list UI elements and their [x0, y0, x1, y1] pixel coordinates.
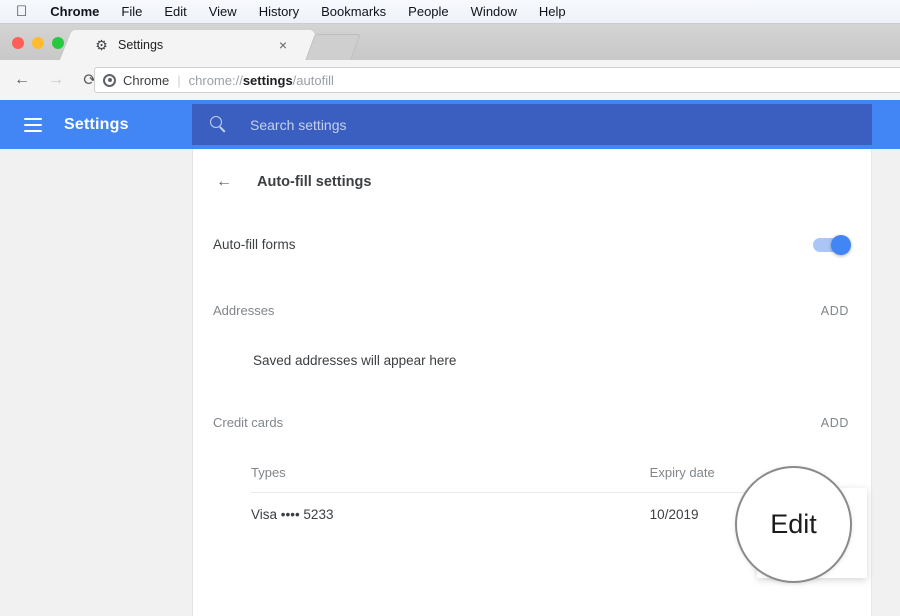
- tab-strip: ⚙ Settings ×: [0, 24, 900, 60]
- menu-item-history[interactable]: History: [248, 0, 310, 23]
- settings-title: Settings: [64, 115, 129, 133]
- omnibox-separator: |: [177, 72, 181, 88]
- url-prefix: chrome://: [188, 72, 243, 88]
- credit-cards-title: Credit cards: [213, 415, 284, 430]
- menu-item-window[interactable]: Window: [460, 0, 528, 23]
- addresses-section-header: Addresses ADD: [213, 303, 849, 318]
- url-bold-segment: settings: [242, 72, 293, 88]
- gear-icon: ⚙: [95, 37, 108, 53]
- edit-button[interactable]: Edit: [770, 509, 817, 540]
- menu-item-people[interactable]: People: [397, 0, 459, 23]
- menu-item-view[interactable]: View: [198, 0, 248, 23]
- tab-settings[interactable]: ⚙ Settings ×: [80, 30, 305, 60]
- url-suffix: /autofill: [292, 72, 334, 88]
- browser-toolbar: ← → ⟳ Chrome | chrome://settings/autofil…: [0, 60, 900, 100]
- mac-menu-bar:  Chrome File Edit View History Bookmark…: [0, 0, 900, 24]
- minimize-window-button[interactable]: [32, 37, 44, 49]
- forward-icon: →: [48, 71, 64, 88]
- new-tab-button[interactable]: [305, 34, 361, 60]
- site-label: Chrome: [123, 72, 170, 88]
- chrome-logo-icon: [103, 73, 116, 87]
- autofill-forms-label: Auto-fill forms: [213, 237, 296, 252]
- magnifier-lens: Edit: [735, 466, 852, 583]
- back-arrow-icon[interactable]: ←: [213, 171, 235, 193]
- subpage-header: ← Auto-fill settings: [213, 171, 371, 193]
- menu-item-edit[interactable]: Edit: [153, 0, 197, 23]
- search-placeholder: Search settings: [250, 116, 347, 133]
- back-icon[interactable]: ←: [8, 66, 36, 94]
- autofill-forms-toggle[interactable]: [813, 234, 851, 255]
- menu-item-help[interactable]: Help: [528, 0, 577, 23]
- close-tab-icon[interactable]: ×: [275, 37, 291, 53]
- addresses-empty-text: Saved addresses will appear here: [253, 353, 457, 368]
- window-controls: [12, 37, 64, 49]
- card-type-cell: Visa •••• 5233: [251, 507, 334, 522]
- toggle-knob: [831, 234, 851, 255]
- close-window-button[interactable]: [12, 37, 24, 49]
- column-header-types: Types: [251, 465, 286, 480]
- url-text: chrome://settings/autofill: [189, 73, 334, 88]
- search-icon: [210, 115, 228, 134]
- hamburger-icon[interactable]: [24, 117, 42, 132]
- search-settings-input[interactable]: Search settings: [192, 104, 872, 145]
- screen:  Chrome File Edit View History Bookmark…: [0, 0, 900, 616]
- add-credit-card-button[interactable]: ADD: [821, 416, 849, 430]
- menu-item-bookmarks[interactable]: Bookmarks: [310, 0, 397, 23]
- tab-title: Settings: [118, 38, 164, 52]
- autofill-forms-row: Auto-fill forms: [213, 234, 851, 255]
- menu-item-chrome[interactable]: Chrome: [39, 0, 110, 23]
- apple-icon[interactable]: : [12, 2, 39, 22]
- address-bar[interactable]: Chrome | chrome://settings/autofill: [94, 67, 900, 93]
- maximize-window-button[interactable]: [52, 37, 64, 49]
- addresses-title: Addresses: [213, 303, 275, 318]
- credit-cards-section-header: Credit cards ADD: [213, 415, 849, 430]
- add-address-button[interactable]: ADD: [821, 304, 849, 318]
- page-title: Auto-fill settings: [257, 174, 372, 190]
- menu-item-file[interactable]: File: [110, 0, 153, 23]
